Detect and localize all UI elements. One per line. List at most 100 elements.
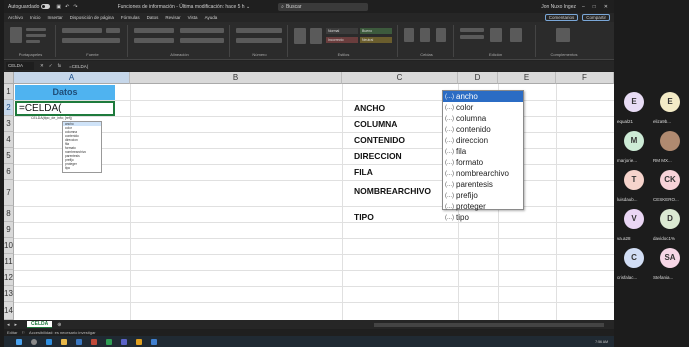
cut-icon[interactable]: [26, 28, 46, 31]
undo-icon[interactable]: ↶: [65, 4, 69, 10]
column-header-d[interactable]: D: [458, 72, 498, 84]
row-header-12[interactable]: 12: [4, 270, 14, 286]
addins-icon[interactable]: [556, 28, 570, 42]
tab-revisar[interactable]: Revisar: [165, 15, 180, 20]
toggle-icon[interactable]: [41, 4, 51, 9]
column-header-a[interactable]: A: [14, 72, 130, 84]
participant-tile[interactable]: D davidoc1%: [652, 205, 688, 243]
enter-icon[interactable]: ✓: [49, 63, 53, 69]
app-icon[interactable]: [91, 338, 97, 345]
format-painter-icon[interactable]: [26, 40, 40, 43]
autocomplete-item-contenido[interactable]: (...) contenido: [443, 124, 523, 135]
next-sheet-icon[interactable]: ▸: [15, 322, 18, 328]
participant-tile[interactable]: T luisdaub...: [616, 166, 652, 204]
row-header-4[interactable]: 4: [4, 132, 14, 148]
save-icon[interactable]: ▣: [56, 4, 61, 10]
number-format-select[interactable]: [236, 28, 282, 33]
excel-icon[interactable]: [106, 338, 112, 345]
autocomplete-item-formato[interactable]: (...) formato: [443, 157, 523, 168]
autocomplete-item-parentesis[interactable]: (...) parentesis: [443, 179, 523, 190]
tab-formulas[interactable]: Fórmulas: [121, 15, 140, 20]
horizontal-scrollbar[interactable]: [374, 322, 604, 327]
align-left-buttons[interactable]: [134, 38, 174, 43]
format-cells-icon[interactable]: [436, 28, 446, 42]
comments-button[interactable]: Comentarios: [544, 14, 579, 21]
add-sheet-button[interactable]: ⊕: [57, 322, 61, 328]
redo-icon[interactable]: ↷: [73, 4, 77, 10]
row-header-9[interactable]: 9: [4, 222, 14, 238]
autocomplete-item-columna[interactable]: (...) columna: [443, 113, 523, 124]
mini-list-item[interactable]: tipo: [63, 166, 101, 170]
font-size-select[interactable]: [106, 28, 120, 33]
tab-datos[interactable]: Datos: [147, 15, 159, 20]
prev-sheet-icon[interactable]: ◂: [7, 322, 10, 328]
name-box[interactable]: CELDA: [6, 62, 34, 70]
row-header-14[interactable]: 14: [4, 302, 14, 320]
autocomplete-item-ancho[interactable]: (...) ancho: [443, 91, 523, 102]
column-header-c[interactable]: C: [342, 72, 458, 84]
word-icon[interactable]: [151, 338, 157, 345]
cell-a2-editing[interactable]: =CELDA(: [15, 101, 115, 116]
select-all-button[interactable]: [4, 72, 14, 84]
find-select-icon[interactable]: [510, 28, 522, 42]
tab-vista[interactable]: Vista: [188, 15, 198, 20]
folder-icon[interactable]: [61, 338, 67, 345]
autocomplete-item-fila[interactable]: (...) fila: [443, 146, 523, 157]
autocomplete-item-prefijo[interactable]: (...) prefijo: [443, 190, 523, 201]
tab-inicio[interactable]: Inicio: [30, 15, 41, 20]
merge-center-button[interactable]: [180, 38, 224, 43]
paste-icon[interactable]: [10, 27, 22, 43]
participant-tile[interactable]: C crisfalac...: [616, 244, 652, 282]
column-header-f[interactable]: F: [556, 72, 614, 84]
font-format-buttons[interactable]: [62, 38, 120, 43]
cancel-icon[interactable]: ✕: [40, 63, 44, 69]
autocomplete-item-direccion[interactable]: (...) direccion: [443, 135, 523, 146]
font-select[interactable]: [62, 28, 102, 33]
document-title[interactable]: Funciones de información - Última modifi…: [118, 4, 251, 10]
windows-start-icon[interactable]: [16, 338, 22, 345]
fx-icon[interactable]: fx: [58, 63, 62, 69]
search-taskbar-icon[interactable]: [31, 338, 37, 345]
share-button[interactable]: Compartir: [582, 14, 610, 21]
formula-input[interactable]: =CELDA(: [69, 64, 88, 69]
conditional-format-icon[interactable]: [294, 28, 306, 44]
row-header-3[interactable]: 3: [4, 116, 14, 132]
participant-tile[interactable]: CK CESKERO...: [652, 166, 688, 204]
format-as-table-icon[interactable]: [310, 28, 322, 44]
search-box[interactable]: ⌕ Buscar: [278, 2, 369, 11]
participant-tile[interactable]: E equal21: [616, 88, 652, 126]
cell-a1[interactable]: Datos: [15, 85, 115, 100]
store-icon[interactable]: [76, 338, 82, 345]
row-header-11[interactable]: 11: [4, 254, 14, 270]
copy-icon[interactable]: [26, 34, 46, 37]
align-top-buttons[interactable]: [134, 28, 174, 33]
participant-tile[interactable]: E eliza9b...: [652, 88, 688, 126]
row-header-7[interactable]: 7: [4, 180, 14, 206]
participant-tile[interactable]: SA Stefania...: [652, 244, 688, 282]
style-normal[interactable]: Normal: [326, 28, 358, 34]
row-header-13[interactable]: 13: [4, 286, 14, 302]
tab-insertar[interactable]: Insertar: [48, 15, 63, 20]
minimize-button[interactable]: –: [582, 4, 585, 10]
accessibility-status[interactable]: Accesibilidad: es necesario investigar: [29, 330, 95, 335]
participant-tile[interactable]: RM MX...: [652, 127, 688, 165]
column-header-e[interactable]: E: [498, 72, 556, 84]
tab-archivo[interactable]: Archivo: [8, 15, 23, 20]
autocomplete-item-tipo[interactable]: (...) tipo: [443, 212, 523, 223]
participant-tile[interactable]: M marjorie...: [616, 127, 652, 165]
close-button[interactable]: ✕: [604, 4, 608, 10]
autocomplete-item-nombrearchivo[interactable]: (...) nombrearchivo: [443, 168, 523, 179]
wrap-text-button[interactable]: [180, 28, 224, 33]
autocomplete-item-color[interactable]: (...) color: [443, 102, 523, 113]
style-neutral[interactable]: Neutral: [360, 37, 392, 43]
style-incorrecto[interactable]: Incorrecto: [326, 37, 358, 43]
sheet-tab-celda[interactable]: CELDA: [27, 321, 53, 328]
row-header-2[interactable]: 2: [4, 100, 14, 116]
number-buttons[interactable]: [236, 38, 282, 43]
teams-icon[interactable]: [121, 338, 127, 345]
worksheet-grid[interactable]: A B C D E F 1 2 3 4 5 6 7 8 9 10 11 12 1…: [4, 72, 614, 320]
sort-filter-icon[interactable]: [490, 28, 502, 42]
autosave-toggle[interactable]: Autoguardado: [8, 4, 51, 10]
autocomplete-item-proteger[interactable]: (...) proteger: [443, 201, 523, 212]
maximize-button[interactable]: □: [593, 4, 596, 10]
